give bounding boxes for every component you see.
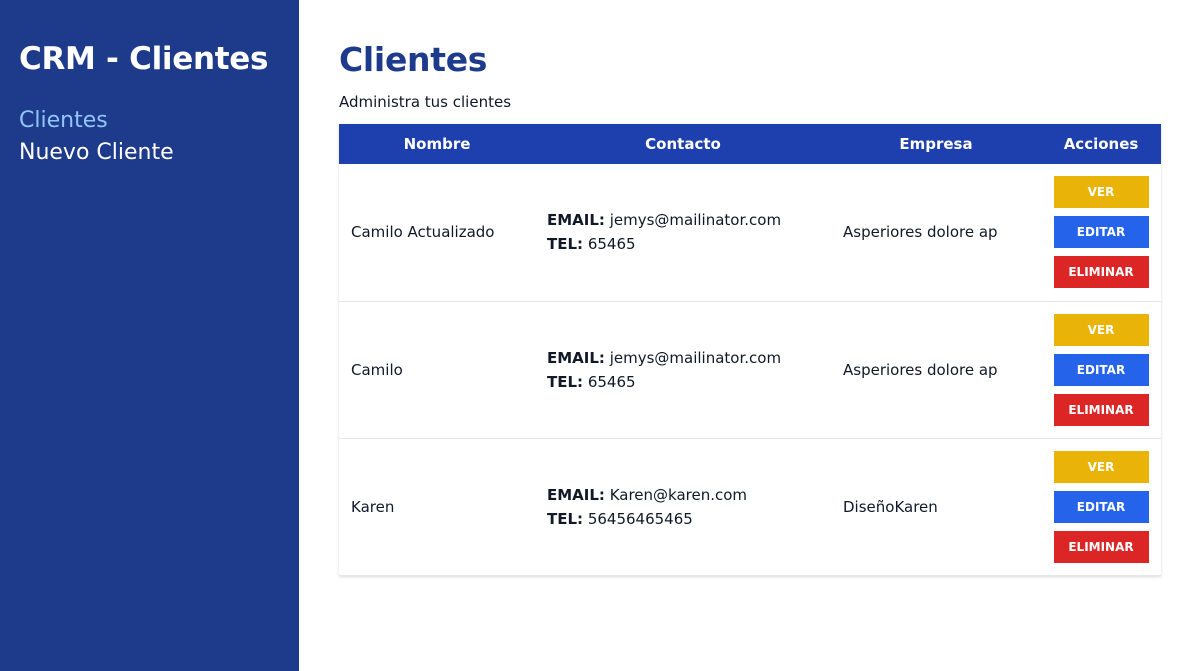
client-email: EMAIL: Karen@karen.com bbox=[547, 483, 831, 507]
email-label: EMAIL: bbox=[547, 348, 605, 367]
client-contact: EMAIL: Karen@karen.com TEL: 56456465465 bbox=[535, 438, 831, 576]
email-value: jemys@mailinator.com bbox=[609, 348, 782, 367]
client-actions: Ver Editar Eliminar bbox=[1041, 301, 1161, 439]
client-tel: TEL: 56456465465 bbox=[547, 507, 831, 531]
view-button[interactable]: Ver bbox=[1053, 176, 1149, 209]
client-tel: TEL: 65465 bbox=[547, 370, 831, 394]
tel-label: TEL: bbox=[547, 235, 584, 254]
table-row: Camilo Actualizado EMAIL: jemys@mailinat… bbox=[339, 164, 1161, 302]
delete-button[interactable]: Eliminar bbox=[1053, 393, 1149, 426]
edit-button[interactable]: Editar bbox=[1053, 353, 1149, 386]
table-row: Karen EMAIL: Karen@karen.com TEL: 564564… bbox=[339, 438, 1161, 576]
page-title: Clientes bbox=[339, 40, 488, 79]
delete-button[interactable]: Eliminar bbox=[1053, 256, 1149, 289]
table-row: Camilo EMAIL: jemys@mailinator.com TEL: … bbox=[339, 301, 1161, 439]
main-content: Clientes Administra tus clientes Nombre … bbox=[339, 0, 1161, 576]
sidebar-nav: Clientes Nuevo Cliente bbox=[19, 105, 281, 169]
client-company: Asperiores dolore ap bbox=[831, 301, 1041, 439]
edit-button[interactable]: Editar bbox=[1053, 490, 1149, 523]
header-empresa: Empresa bbox=[899, 135, 973, 153]
nav-link-clientes[interactable]: Clientes bbox=[19, 105, 281, 137]
tel-label: TEL: bbox=[547, 509, 584, 528]
table-header-row: Nombre Contacto Empresa Acciones bbox=[339, 124, 1161, 164]
header-contacto: Contacto bbox=[645, 135, 721, 153]
client-name: Camilo Actualizado bbox=[339, 164, 535, 302]
client-email: EMAIL: jemys@mailinator.com bbox=[547, 208, 831, 232]
delete-button[interactable]: Eliminar bbox=[1053, 530, 1149, 563]
client-company: Asperiores dolore ap bbox=[831, 164, 1041, 302]
view-button[interactable]: Ver bbox=[1053, 450, 1149, 483]
client-actions: Ver Editar Eliminar bbox=[1041, 438, 1161, 576]
client-company: DiseñoKaren bbox=[831, 438, 1041, 576]
client-actions: Ver Editar Eliminar bbox=[1041, 164, 1161, 302]
clients-table: Nombre Contacto Empresa Acciones Camilo … bbox=[339, 124, 1161, 576]
header-nombre: Nombre bbox=[403, 135, 471, 153]
client-name: Karen bbox=[339, 438, 535, 576]
view-button[interactable]: Ver bbox=[1053, 313, 1149, 346]
nav-link-nuevo-cliente[interactable]: Nuevo Cliente bbox=[19, 137, 281, 169]
tel-value: 65465 bbox=[587, 235, 636, 254]
client-email: EMAIL: jemys@mailinator.com bbox=[547, 346, 831, 370]
client-contact: EMAIL: jemys@mailinator.com TEL: 65465 bbox=[535, 301, 831, 439]
edit-button[interactable]: Editar bbox=[1053, 216, 1149, 249]
tel-value: 65465 bbox=[587, 372, 636, 391]
email-label: EMAIL: bbox=[547, 485, 605, 504]
email-value: Karen@karen.com bbox=[609, 485, 748, 504]
email-label: EMAIL: bbox=[547, 211, 605, 230]
tel-value: 56456465465 bbox=[587, 509, 693, 528]
client-tel: TEL: 65465 bbox=[547, 232, 831, 256]
email-value: jemys@mailinator.com bbox=[609, 211, 782, 230]
client-name: Camilo bbox=[339, 301, 535, 439]
app-brand: CRM - Clientes bbox=[19, 41, 269, 77]
sidebar: CRM - Clientes Clientes Nuevo Cliente bbox=[0, 0, 299, 671]
page-subtitle: Administra tus clientes bbox=[339, 93, 512, 111]
tel-label: TEL: bbox=[547, 372, 584, 391]
client-contact: EMAIL: jemys@mailinator.com TEL: 65465 bbox=[535, 164, 831, 302]
header-acciones: Acciones bbox=[1063, 135, 1139, 153]
